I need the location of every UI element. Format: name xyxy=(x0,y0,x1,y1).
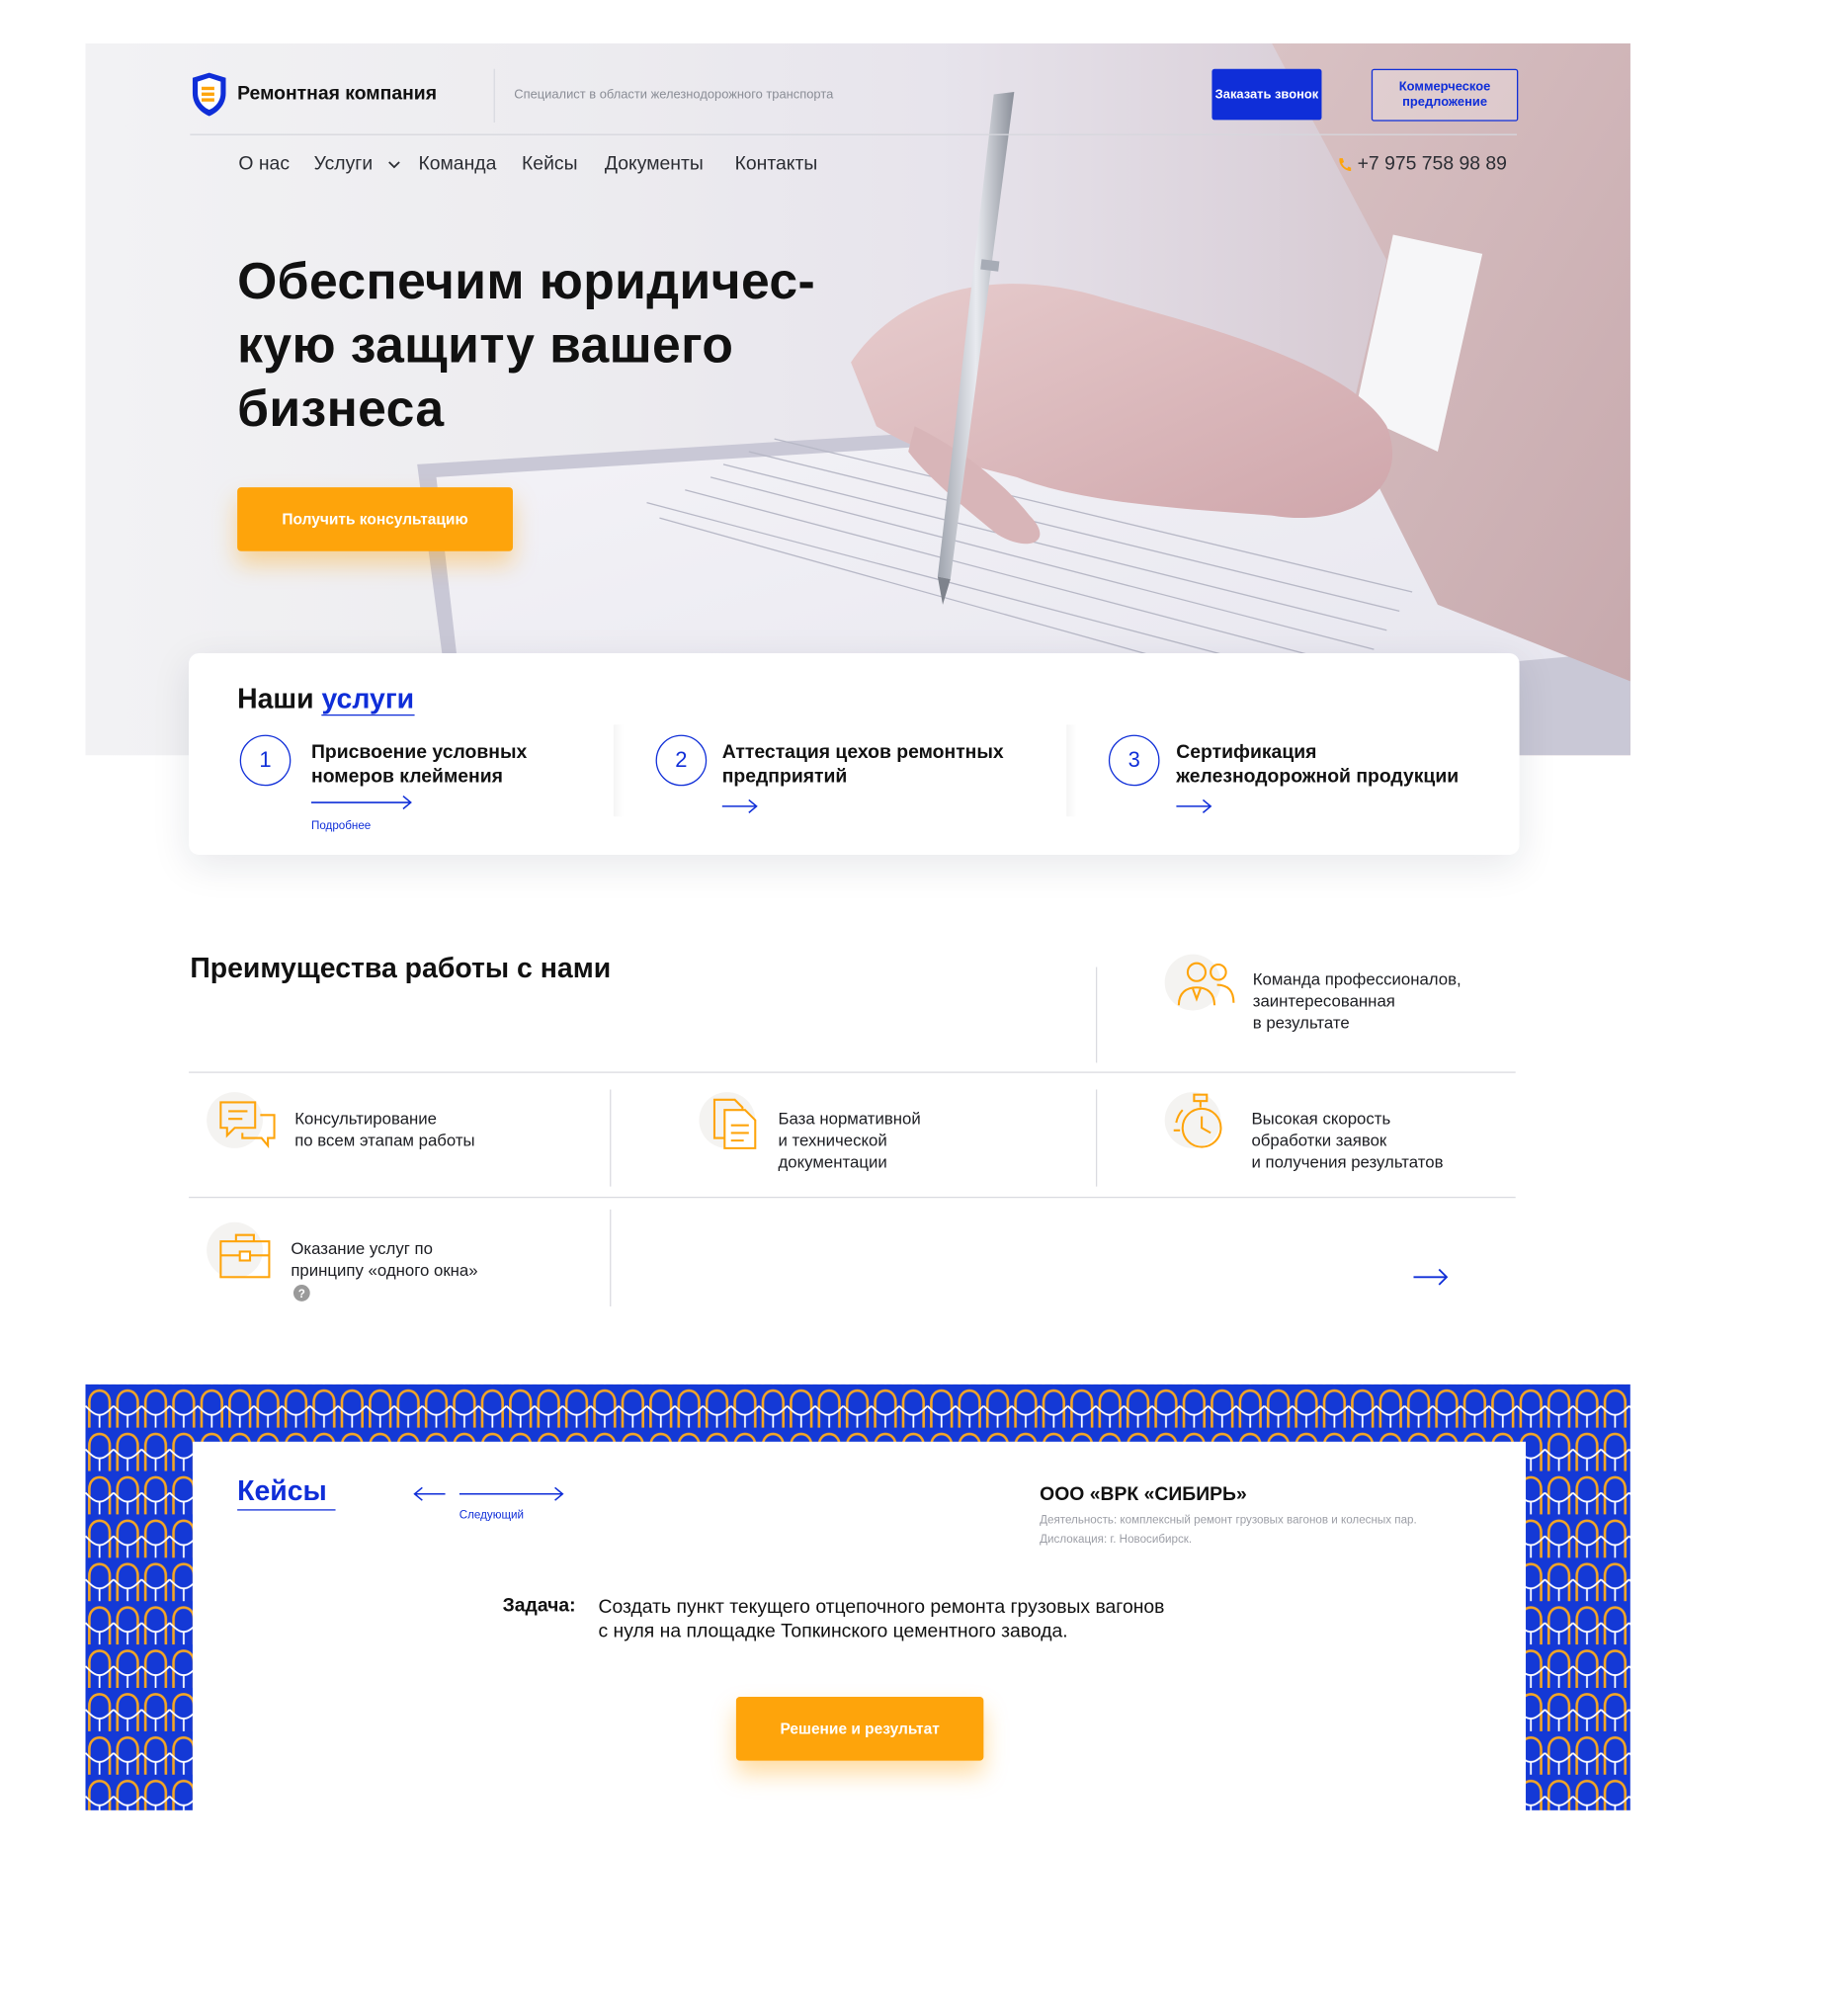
chat-icon xyxy=(219,1101,276,1149)
nav-cases[interactable]: Кейсы xyxy=(522,153,577,175)
phone-number[interactable]: +7 975 758 98 89 xyxy=(1358,153,1507,175)
service-title-line: Присвоение условных xyxy=(311,741,528,764)
nav-services[interactable]: Услуги xyxy=(314,153,374,175)
nav-contacts[interactable]: Контакты xyxy=(735,153,818,175)
arrow-right-icon[interactable] xyxy=(1176,798,1214,813)
advantage-text: Оказание услуг по принципу «одного окна» xyxy=(291,1237,477,1281)
case-activity: Деятельность: комплексный ремонт грузовы… xyxy=(1040,1513,1417,1527)
service-title-line: Аттестация цехов ремонтных xyxy=(721,741,1004,764)
stopwatch-icon xyxy=(1173,1093,1222,1148)
advantage-line: Команда профессионалов, xyxy=(1252,969,1461,989)
arrow-left-icon[interactable] xyxy=(413,1486,447,1501)
task-label: Задача: xyxy=(502,1594,576,1617)
grid-divider xyxy=(189,1196,1516,1199)
advantage-line: и технической xyxy=(778,1130,887,1150)
advantage-line: принципу «одного окна» xyxy=(291,1260,478,1280)
grid-divider xyxy=(1095,966,1098,1063)
service-number: 2 xyxy=(655,734,708,787)
advantage-line: и получения результатов xyxy=(1251,1151,1444,1172)
header-bottom-divider xyxy=(190,133,1517,135)
briefcase-icon xyxy=(219,1233,271,1279)
documents-icon xyxy=(712,1098,757,1149)
service-title[interactable]: Сертификация железнодорожной продукции xyxy=(1176,740,1508,789)
advantage-text: База нормативной и технической документа… xyxy=(779,1108,921,1173)
service-divider xyxy=(1066,724,1077,817)
advantage-line: Оказание услуг по xyxy=(291,1238,433,1258)
order-call-button[interactable]: Заказать звонок xyxy=(1211,68,1322,121)
shield-logo-icon[interactable] xyxy=(190,71,228,117)
phone-icon xyxy=(1339,158,1352,171)
service-title-line: номеров клеймения xyxy=(311,765,503,788)
help-icon[interactable]: ? xyxy=(292,1285,310,1302)
advantage-line: в результате xyxy=(1252,1013,1350,1033)
advantage-line: по всем этапам работы xyxy=(294,1130,475,1150)
service-title-line: железнодорожной продукции xyxy=(1176,765,1460,788)
advantage-line: Консультирование xyxy=(294,1108,438,1129)
hero-title-line: кую защиту вашего xyxy=(237,317,734,375)
advantage-text: Высокая скорость обработки заявок и полу… xyxy=(1251,1108,1443,1173)
tagline: Специалист в области железнодорожного тр… xyxy=(514,88,834,103)
header-divider xyxy=(493,68,495,123)
service-title-line: Сертификация xyxy=(1176,741,1317,764)
services-title: Наши услуги xyxy=(237,682,415,716)
case-location: Дислокация: г. Новосибирск. xyxy=(1040,1532,1193,1546)
services-title-plain: Наши xyxy=(237,682,314,714)
advantages-title: Преимущества работы с нами xyxy=(190,952,612,984)
title-underline xyxy=(237,1509,336,1511)
get-consultation-button[interactable]: Получить консультацию xyxy=(237,487,513,551)
service-title[interactable]: Аттестация цехов ремонтных предприятий xyxy=(722,740,1054,789)
advantage-line: обработки заявок xyxy=(1251,1130,1387,1150)
cases-card: Кейсы Следующий ООО «ВРК «СИБИРЬ» Деятел… xyxy=(192,1441,1527,1825)
service-number: 1 xyxy=(239,734,292,787)
advantage-line: документации xyxy=(778,1151,887,1172)
commercial-offer-button[interactable]: Коммерческое предложение xyxy=(1371,68,1519,122)
grid-divider xyxy=(189,1071,1516,1073)
services-title-accent: услуги xyxy=(321,682,415,716)
grid-divider xyxy=(1095,1089,1098,1187)
arrow-right-icon[interactable] xyxy=(459,1486,565,1501)
advantage-line: заинтересованная xyxy=(1252,991,1395,1011)
service-title[interactable]: Присвоение условных номеров клеймения xyxy=(311,740,618,789)
chevron-down-icon[interactable] xyxy=(387,159,400,169)
nav-documents[interactable]: Документы xyxy=(605,153,704,175)
grid-divider xyxy=(610,1089,612,1187)
hero-title-line: бизнеса xyxy=(237,381,445,438)
task-line: Создать пункт текущего отцепочного ремон… xyxy=(598,1596,1165,1618)
cases-title: Кейсы xyxy=(237,1474,327,1507)
arrow-right-icon[interactable] xyxy=(1413,1268,1449,1286)
more-link[interactable]: Подробнее xyxy=(311,819,371,832)
hero-title-line: Обеспечим юридичес- xyxy=(237,253,816,310)
case-company: ООО «ВРК «СИБИРЬ» xyxy=(1040,1483,1247,1506)
solution-result-button[interactable]: Решение и результат xyxy=(735,1697,984,1761)
service-divider xyxy=(613,724,625,817)
service-number: 3 xyxy=(1108,734,1160,787)
arrow-right-icon[interactable] xyxy=(311,795,413,810)
hero-title: Обеспечим юридичес- кую защиту вашего би… xyxy=(237,250,952,442)
advantage-line: Высокая скорость xyxy=(1251,1108,1391,1129)
next-case-link[interactable]: Следующий xyxy=(459,1508,524,1521)
logo-name[interactable]: Ремонтная компания xyxy=(237,83,437,105)
advantage-line: База нормативной xyxy=(778,1108,921,1129)
team-icon xyxy=(1177,962,1235,1006)
task-line: с нуля на площадке Топкинского цементног… xyxy=(598,1620,1068,1642)
advantage-text: Консультирование по всем этапам работы xyxy=(294,1108,474,1151)
advantage-text: Команда профессионалов, заинтересованная… xyxy=(1253,968,1461,1034)
task-text: Создать пункт текущего отцепочного ремон… xyxy=(598,1595,1261,1643)
grid-divider xyxy=(610,1209,612,1306)
service-title-line: предприятий xyxy=(721,765,848,788)
services-card: Наши услуги 1 Присвоение условных номеро… xyxy=(189,652,1520,855)
arrow-right-icon[interactable] xyxy=(721,798,761,813)
nav-team[interactable]: Команда xyxy=(418,153,496,175)
hero-section: Ремонтная компания Специалист в области … xyxy=(85,42,1630,756)
nav-about[interactable]: О нас xyxy=(238,153,290,175)
